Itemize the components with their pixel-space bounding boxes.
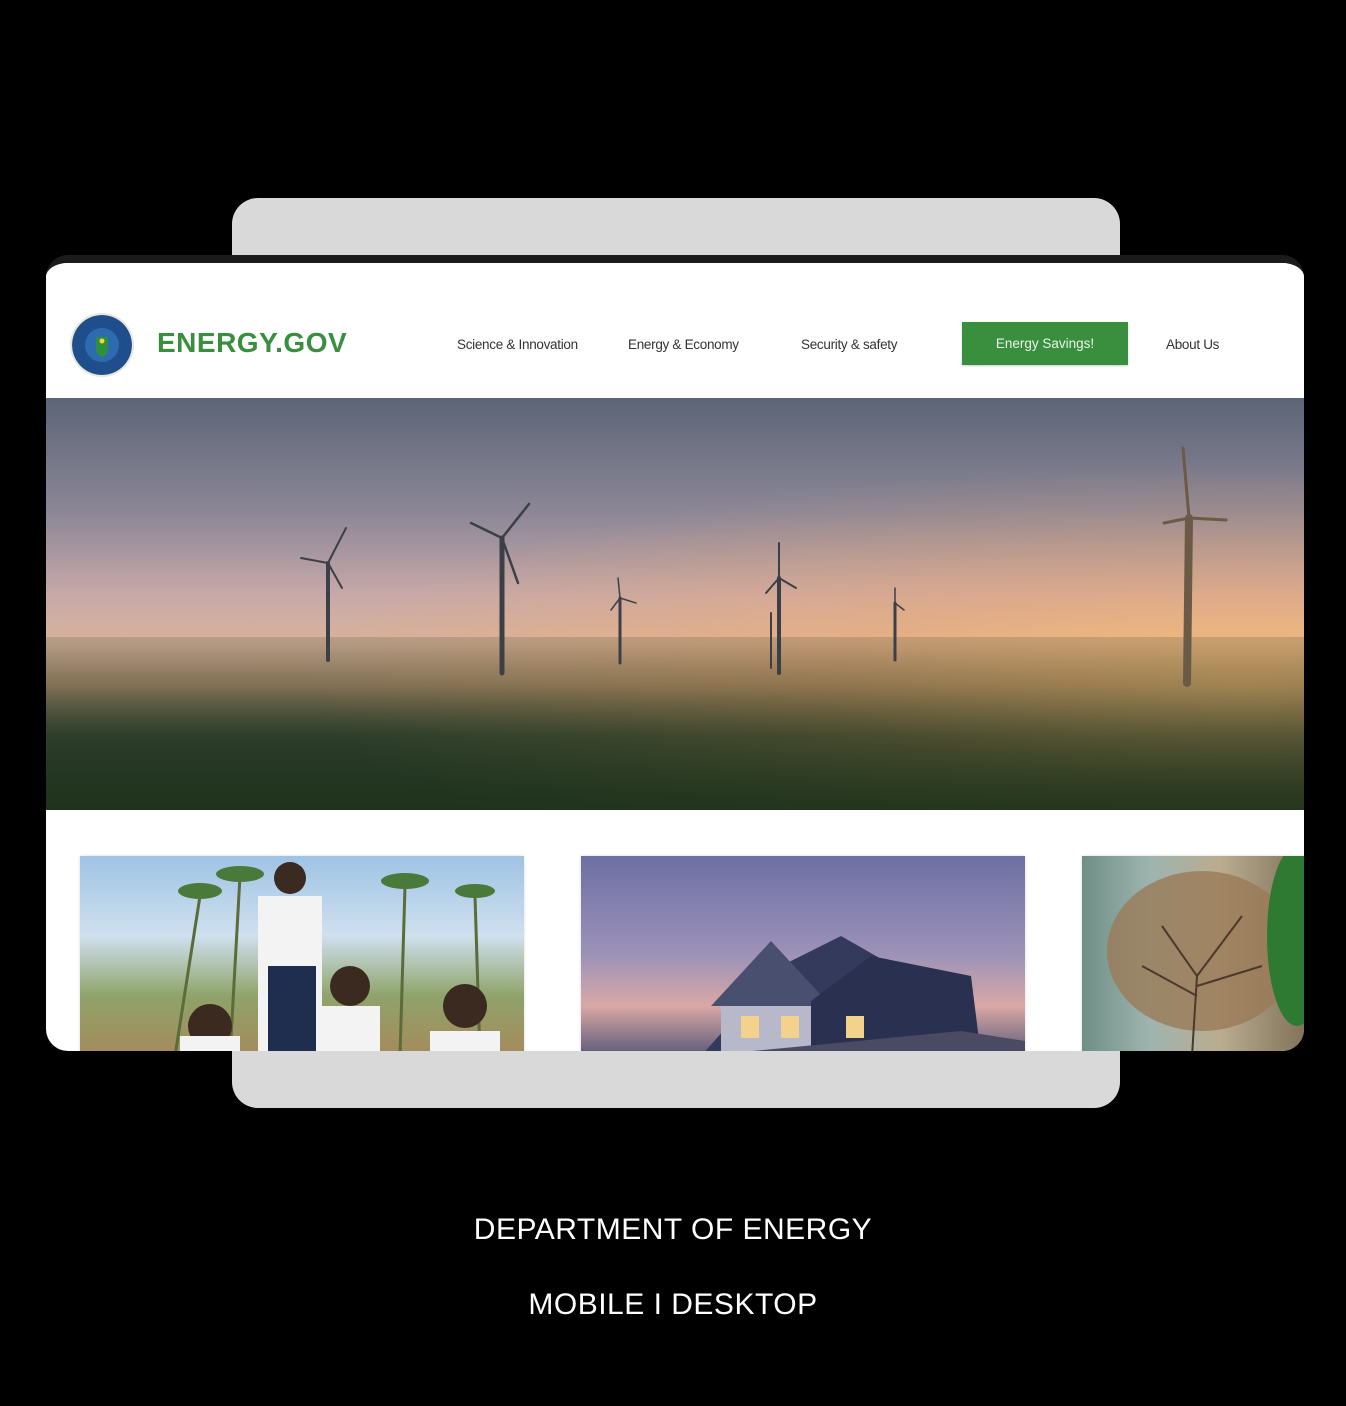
hero-image-wind-farm	[46, 398, 1304, 810]
nav-security-safety[interactable]: Security & safety	[801, 337, 898, 352]
card-image-tree[interactable]	[1082, 856, 1304, 1051]
card-image-students[interactable]	[80, 856, 524, 1051]
doe-seal-logo[interactable]	[72, 315, 132, 375]
desktop-mockup-window: ENERGY.GOV Science & Innovation Energy &…	[46, 255, 1304, 1051]
nav-science-innovation[interactable]: Science & Innovation	[457, 337, 578, 352]
caption-title: DEPARTMENT OF ENERGY	[473, 1213, 873, 1246]
site-header: ENERGY.GOV Science & Innovation Energy &…	[46, 263, 1304, 396]
nav-about-us[interactable]: About Us	[1166, 337, 1219, 352]
caption-subtitle: MOBILE I DESKTOP	[528, 1288, 818, 1321]
site-logo-text[interactable]: ENERGY.GOV	[157, 327, 347, 359]
energy-savings-button[interactable]: Energy Savings!	[962, 322, 1128, 365]
card-image-house[interactable]	[581, 856, 1025, 1051]
nav-energy-economy[interactable]: Energy & Economy	[628, 337, 739, 352]
